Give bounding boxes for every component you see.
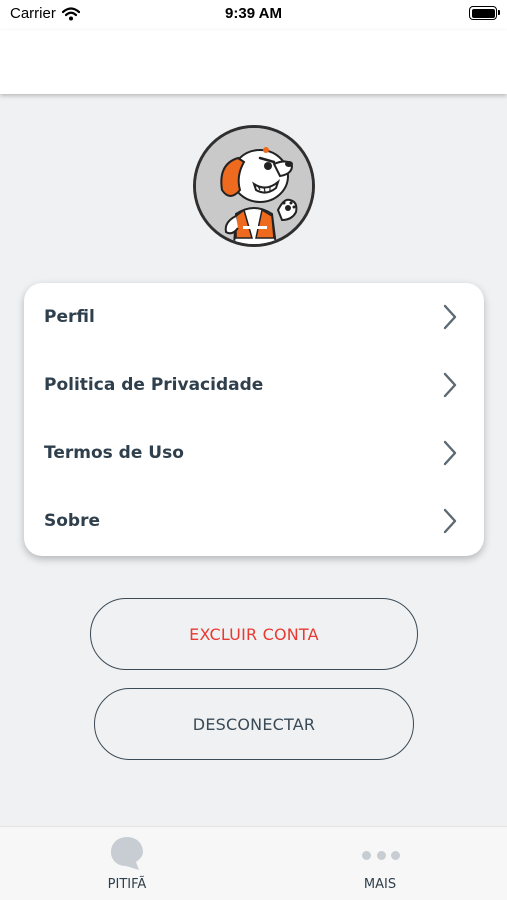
dot [362, 850, 371, 860]
dot [391, 850, 400, 860]
menu-item-label: Termos de Uso [44, 443, 184, 463]
chevron-right-icon [443, 372, 457, 398]
battery-icon [469, 6, 500, 20]
tab-more[interactable]: MAIS [320, 827, 440, 900]
menu-item-about[interactable]: Sobre [24, 487, 484, 555]
tab-label: PITIFÃ [107, 877, 147, 892]
tab-label: MAIS [363, 877, 397, 892]
dog-mascot-icon [196, 128, 312, 244]
chevron-right-icon [443, 508, 457, 534]
menu-item-profile[interactable]: Perfil [24, 283, 484, 351]
mascot-image [196, 128, 312, 244]
chevron-right-icon [443, 440, 457, 466]
logout-label: DESCONECTAR [192, 714, 316, 734]
logout-button[interactable]: DESCONECTAR [94, 688, 414, 760]
avatar [193, 125, 315, 247]
menu-item-label: Politica de Privacidade [44, 375, 264, 395]
status-time: 9:39 AM [225, 5, 282, 22]
tab-pitifa[interactable]: PITIFÃ [67, 827, 187, 900]
delete-account-label: EXCLUIR CONTA [189, 624, 319, 644]
menu-item-label: Perfil [44, 307, 95, 327]
navigation-bar [0, 30, 507, 94]
chevron-right-icon [443, 304, 457, 330]
chat-bubble-icon [111, 837, 143, 870]
tab-bar: PITIFÃ MAIS [0, 826, 507, 900]
delete-account-button[interactable]: EXCLUIR CONTA [90, 598, 418, 670]
menu-item-privacy-policy[interactable]: Politica de Privacidade [24, 351, 484, 419]
status-bar: Carrier 9:39 AM [0, 0, 507, 30]
dot [376, 850, 386, 860]
menu-item-terms-of-use[interactable]: Termos de Uso [24, 419, 484, 487]
menu-item-label: Sobre [44, 511, 101, 531]
settings-menu-card: Perfil Politica de Privacidade Termos de… [24, 283, 484, 556]
more-dots-icon [362, 849, 400, 861]
